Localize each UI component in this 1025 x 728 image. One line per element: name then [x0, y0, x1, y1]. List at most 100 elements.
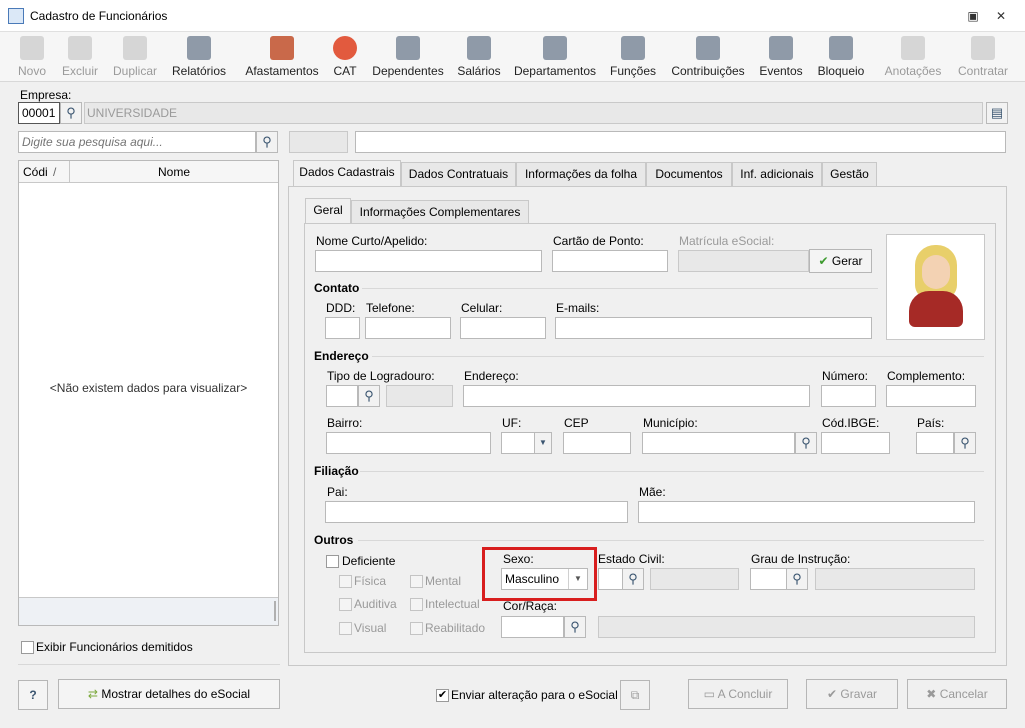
sexo-label: Sexo: [503, 552, 534, 566]
cod-ibge-input[interactable] [821, 432, 890, 454]
mae-label: Mãe: [639, 485, 666, 499]
uf-dropdown-icon[interactable]: ▼ [534, 432, 552, 454]
complemento-input[interactable] [886, 385, 976, 407]
title-bar: Cadastro de Funcionários ▣ ✕ [0, 0, 1025, 32]
salarios-button[interactable]: Salários [456, 36, 502, 78]
contribuicoes-button[interactable]: Contribuições [669, 36, 747, 78]
divider [362, 288, 878, 289]
pais-input[interactable] [916, 432, 954, 454]
grid-col-name[interactable]: Nome [71, 165, 277, 179]
empresa-search-icon[interactable]: ⚲ [60, 102, 82, 124]
employee-grid[interactable]: Códi / Nome <Não existem dados para visu… [18, 160, 279, 626]
cor-raca-search-icon[interactable]: ⚲ [564, 616, 586, 638]
grau-instrucao-input[interactable] [750, 568, 787, 590]
close-icon[interactable]: ✕ [993, 8, 1009, 24]
tab-inf-adicionais[interactable]: Inf. adicionais [732, 162, 822, 186]
grid-footer [19, 597, 278, 625]
filter-text-input[interactable] [355, 131, 1006, 153]
search-input[interactable] [18, 131, 256, 153]
lock-icon [829, 36, 853, 60]
avatar-face [922, 255, 950, 289]
numero-input[interactable] [821, 385, 876, 407]
excluir-button[interactable]: Excluir [60, 36, 100, 78]
cat-button[interactable]: CAT [331, 36, 359, 78]
tab-informacoes-folha[interactable]: Informações da folha [516, 162, 646, 186]
restore-icon[interactable]: ▣ [965, 8, 981, 24]
nome-curto-label: Nome Curto/Apelido: [316, 234, 428, 248]
uf-select[interactable] [501, 432, 537, 454]
fisica-checkbox[interactable] [339, 575, 352, 588]
emails-input[interactable] [555, 317, 872, 339]
municipio-search-icon[interactable]: ⚲ [795, 432, 817, 454]
gerar-button[interactable]: ✔ Gerar [809, 249, 872, 273]
celular-label: Celular: [461, 301, 503, 315]
deficiente-checkbox[interactable] [326, 555, 339, 568]
pais-search-icon[interactable]: ⚲ [954, 432, 976, 454]
bloqueio-button[interactable]: Bloqueio [815, 36, 867, 78]
departamentos-button[interactable]: Departamentos [512, 36, 598, 78]
tab-documentos[interactable]: Documentos [646, 162, 732, 186]
celular-input[interactable] [460, 317, 546, 339]
mae-input[interactable] [638, 501, 975, 523]
municipio-input[interactable] [642, 432, 795, 454]
empresa-name: UNIVERSIDADE [84, 102, 983, 124]
check-icon: ✔ [818, 254, 829, 268]
pai-input[interactable] [325, 501, 628, 523]
eventos-button[interactable]: Eventos [758, 36, 804, 78]
enviar-esocial-checkbox[interactable]: ✔ [436, 689, 449, 702]
money-icon [467, 36, 491, 60]
calendar-icon[interactable]: ▤ [986, 102, 1008, 124]
scrollbar[interactable] [274, 601, 276, 621]
help-button[interactable]: ? [18, 680, 48, 710]
novo-button[interactable]: Novo [14, 36, 50, 78]
nome-curto-input[interactable] [315, 250, 542, 272]
contratar-button[interactable]: Contratar [954, 36, 1012, 78]
subtab-geral[interactable]: Geral [305, 198, 351, 224]
relatorios-button[interactable]: Relatórios [170, 36, 228, 78]
estado-civil-search-icon[interactable]: ⚲ [622, 568, 644, 590]
sexo-dropdown-icon[interactable]: ▼ [568, 569, 587, 589]
gravar-button[interactable]: ✔ Gravar [806, 679, 898, 709]
search-icon[interactable]: ⚲ [256, 131, 278, 153]
telefone-input[interactable] [365, 317, 451, 339]
endereco-input[interactable] [463, 385, 810, 407]
mental-checkbox[interactable] [410, 575, 423, 588]
afastamentos-button[interactable]: Afastamentos [243, 36, 321, 78]
estado-civil-input[interactable] [598, 568, 623, 590]
auditiva-label: Auditiva [354, 597, 397, 611]
cancelar-button[interactable]: ✖ Cancelar [907, 679, 1007, 709]
filter-field[interactable] [289, 131, 348, 153]
duplicar-button[interactable]: Duplicar [110, 36, 160, 78]
reabilitado-checkbox[interactable] [410, 622, 423, 635]
subtab-informacoes-complementares[interactable]: Informações Complementares [351, 200, 529, 224]
concluir-button[interactable]: ▭ A Concluir [688, 679, 788, 709]
grau-instrucao-search-icon[interactable]: ⚲ [786, 568, 808, 590]
visual-checkbox[interactable] [339, 622, 352, 635]
exibir-demitidos-checkbox[interactable] [21, 641, 34, 654]
divider [18, 664, 280, 665]
cep-input[interactable] [563, 432, 631, 454]
intelectual-checkbox[interactable] [410, 598, 423, 611]
cartao-ponto-input[interactable] [552, 250, 668, 272]
auditiva-checkbox[interactable] [339, 598, 352, 611]
tab-gestao[interactable]: Gestão [822, 162, 877, 186]
funcoes-button[interactable]: Funções [608, 36, 658, 78]
avatar[interactable] [886, 234, 985, 340]
anotacoes-button[interactable]: Anotações [881, 36, 945, 78]
app-icon [8, 8, 24, 24]
contato-section: Contato [314, 281, 360, 295]
grid-col-code[interactable]: Códi [23, 165, 48, 179]
tab-dados-cadastrais[interactable]: Dados Cadastrais [293, 160, 401, 186]
send-icon[interactable]: ⧉ [620, 680, 650, 710]
dependentes-button[interactable]: Dependentes [371, 36, 445, 78]
tipo-logradouro-search-icon[interactable]: ⚲ [358, 385, 380, 407]
cor-raca-input[interactable] [501, 616, 564, 638]
tab-dados-contratuais[interactable]: Dados Contratuais [401, 162, 516, 186]
outros-section: Outros [314, 533, 354, 547]
empresa-code-input[interactable] [18, 102, 60, 124]
tipo-logradouro-label: Tipo de Logradouro: [327, 369, 435, 383]
ddd-input[interactable] [325, 317, 360, 339]
esocial-details-button[interactable]: ⇄ Mostrar detalhes do eSocial [58, 679, 280, 709]
tipo-logradouro-input[interactable] [326, 385, 358, 407]
bairro-input[interactable] [326, 432, 491, 454]
